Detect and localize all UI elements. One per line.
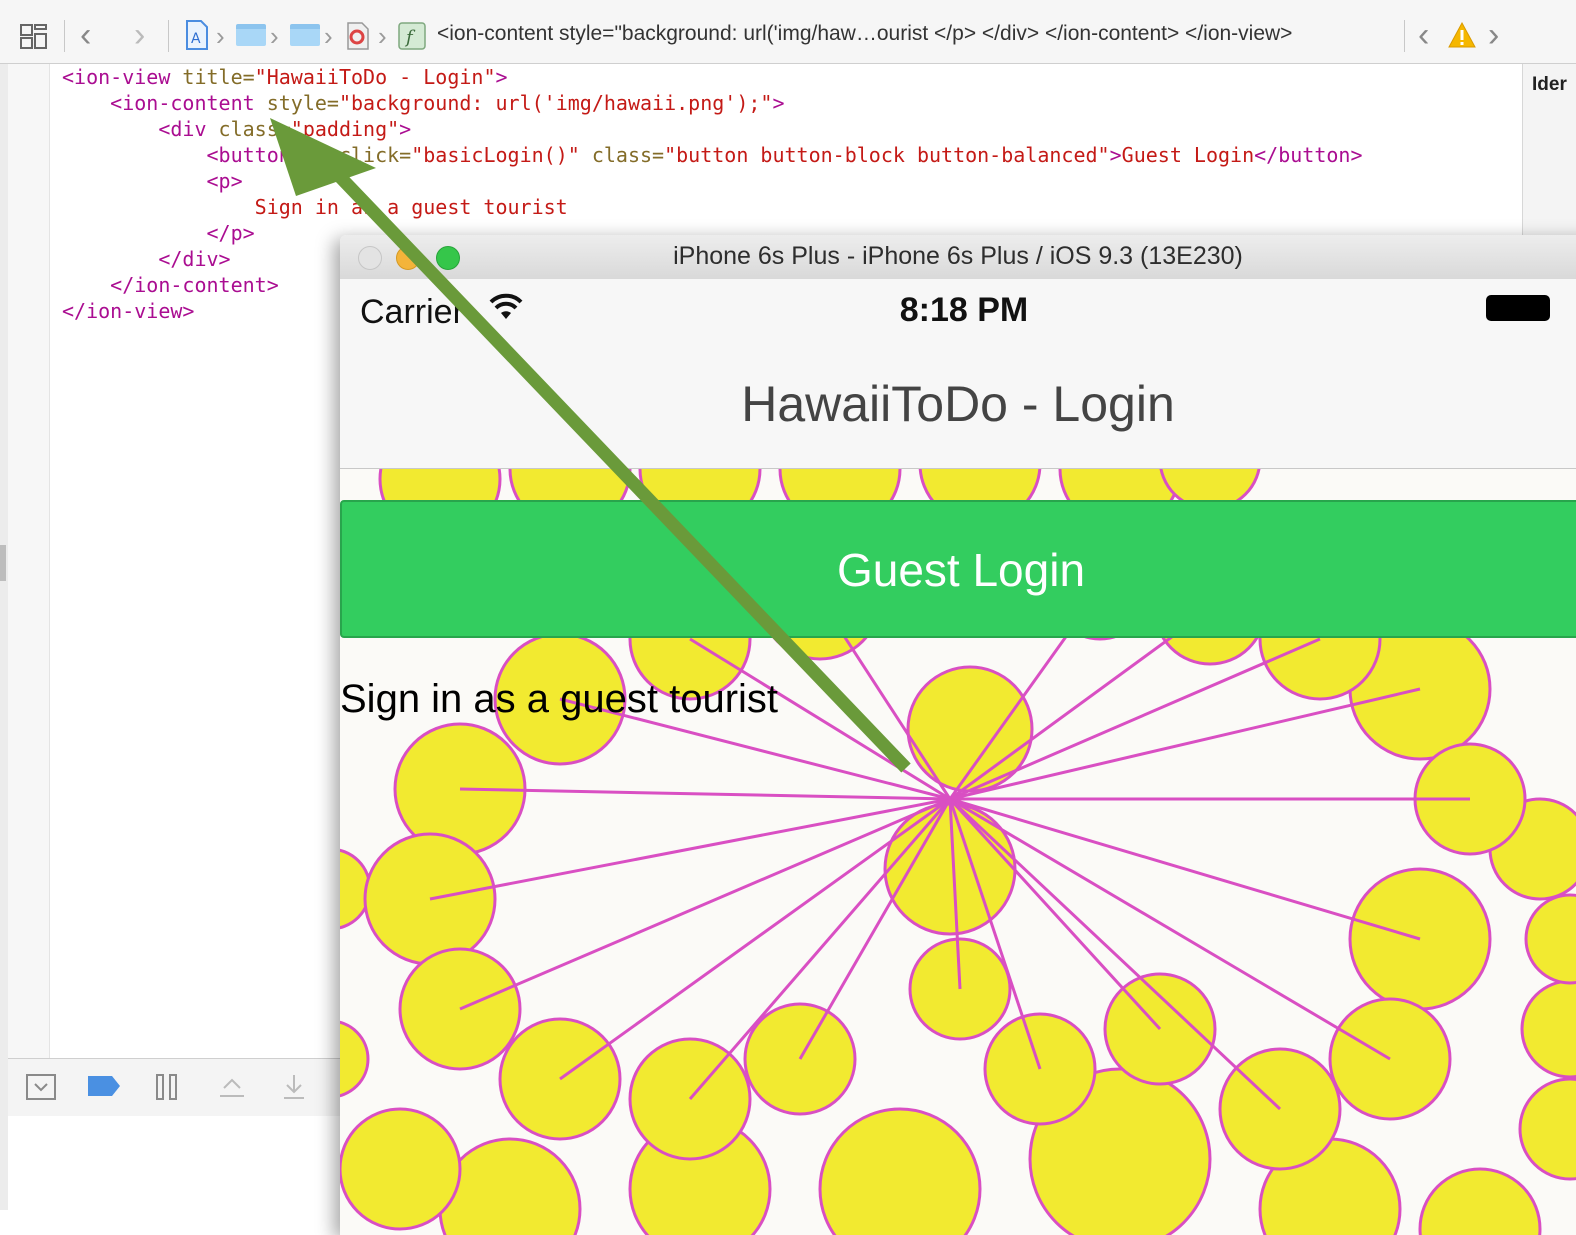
simulator-titlebar[interactable]: iPhone 6s Plus - iPhone 6s Plus / iOS 9.… xyxy=(340,235,1576,280)
pause-icon[interactable] xyxy=(156,1074,178,1100)
nav-title: HawaiiToDo - Login xyxy=(741,376,1175,432)
related-items-icon[interactable] xyxy=(20,24,48,50)
separator xyxy=(168,20,169,52)
function-icon[interactable]: f xyxy=(398,22,426,50)
next-issue-icon[interactable]: › xyxy=(1488,18,1499,52)
sign-in-text: Sign in as a guest tourist xyxy=(340,677,779,721)
svg-text:A: A xyxy=(191,31,201,47)
separator xyxy=(64,20,65,52)
line-gutter xyxy=(8,64,50,1058)
code-line: <ion-content style="background: url('img… xyxy=(110,91,785,115)
breadcrumb-chevron-icon: › xyxy=(270,21,279,51)
breadcrumb-chevron-icon: › xyxy=(378,21,387,51)
breadcrumb-chevron-icon: › xyxy=(216,21,225,51)
separator xyxy=(1404,20,1405,52)
code-line: <p> xyxy=(206,169,243,193)
forward-icon[interactable]: › xyxy=(134,18,145,52)
status-time: 8:18 PM xyxy=(899,291,1029,329)
folder-icon[interactable] xyxy=(290,24,320,46)
simulator-title: iPhone 6s Plus - iPhone 6s Plus / iOS 9.… xyxy=(673,242,1243,270)
breadcrumb-chevron-icon: › xyxy=(324,21,333,51)
simulator-window[interactable]: iPhone 6s Plus - iPhone 6s Plus / iOS 9.… xyxy=(340,235,1576,1235)
inspector-title: Ider xyxy=(1532,74,1567,95)
jump-bar: ‹ › A › › › › f <ion-content style="back… xyxy=(0,0,1576,64)
breakpoints-icon[interactable] xyxy=(88,1076,120,1096)
battery-icon xyxy=(1486,295,1550,321)
code-line: <button ng-click="basicLogin()" class="b… xyxy=(206,143,1363,167)
html-file-icon[interactable] xyxy=(346,22,370,50)
hide-debug-area-icon[interactable] xyxy=(26,1074,56,1100)
breadcrumb-path[interactable]: <ion-content style="background: url('img… xyxy=(437,22,1397,46)
previous-issue-icon[interactable]: ‹ xyxy=(1418,18,1429,52)
project-file-icon[interactable]: A xyxy=(185,20,209,50)
code-line: <div class="padding"> xyxy=(158,117,412,141)
warning-triangle-icon[interactable] xyxy=(1448,22,1476,48)
splitter-handle[interactable] xyxy=(0,545,6,581)
step-over-icon[interactable] xyxy=(218,1074,246,1100)
folder-icon[interactable] xyxy=(236,24,266,46)
debug-console[interactable] xyxy=(8,1116,348,1210)
step-into-icon[interactable] xyxy=(282,1074,306,1100)
back-icon[interactable]: ‹ xyxy=(80,18,91,52)
guest-login-button[interactable]: Guest Login xyxy=(340,500,1576,638)
code-line: <ion-view title="HawaiiToDo - Login"> xyxy=(62,65,508,89)
code-line: Sign in as a guest tourist xyxy=(254,195,568,219)
